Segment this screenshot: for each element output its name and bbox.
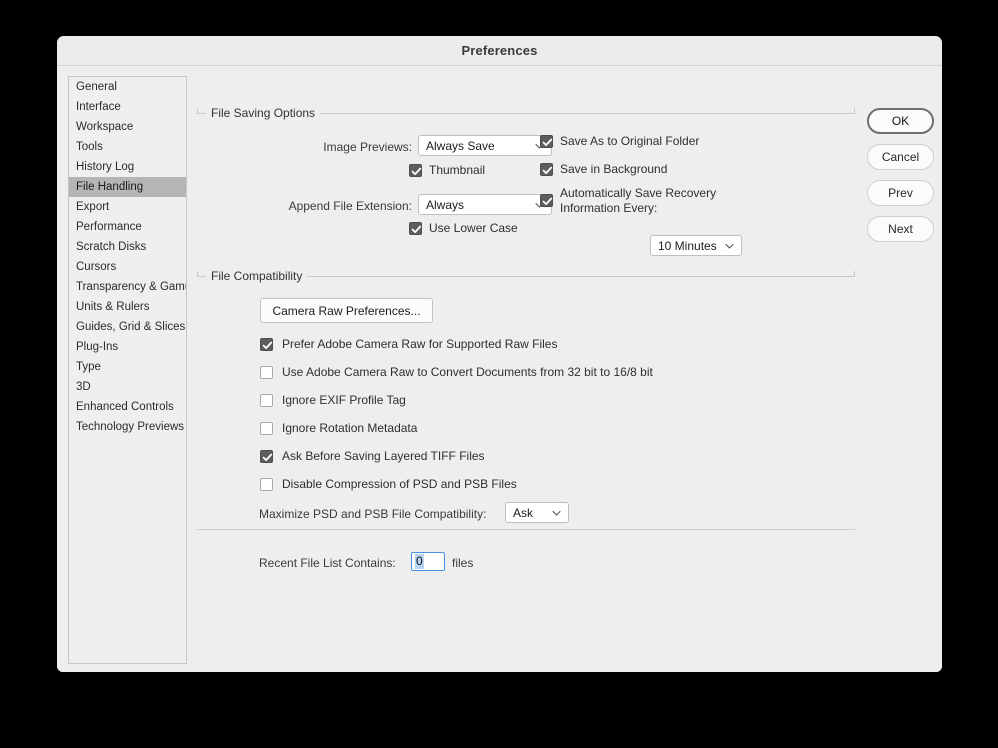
prefer-adobe-camera-raw-checkbox[interactable]	[260, 338, 273, 351]
recent-file-list-input[interactable]: 0	[411, 552, 445, 571]
thumbnail-label: Thumbnail	[429, 163, 486, 177]
sidebar-item-interface[interactable]: Interface	[69, 97, 186, 117]
use-camera-raw-convert-checkbox[interactable]	[260, 366, 273, 379]
save-as-original-folder-checkbox[interactable]	[540, 135, 553, 148]
chevron-down-icon	[725, 241, 734, 250]
sidebar-item-scratch-disks[interactable]: Scratch Disks	[69, 237, 186, 257]
recent-file-list-suffix: files	[452, 556, 474, 570]
group-border-stub-left	[197, 108, 198, 114]
section-divider	[197, 529, 855, 530]
sidebar-item-tools[interactable]: Tools	[69, 137, 186, 157]
next-button[interactable]: Next	[867, 216, 934, 242]
save-in-background-label: Save in Background	[560, 162, 668, 176]
group-legend-file-saving-options: File Saving Options	[206, 106, 321, 120]
maximize-compatibility-label: Maximize PSD and PSB File Compatibility:	[259, 507, 487, 521]
sidebar-item-cursors[interactable]: Cursors	[69, 257, 186, 277]
sidebar-item-3d[interactable]: 3D	[69, 377, 186, 397]
prev-button[interactable]: Prev	[867, 180, 934, 206]
sidebar-item-technology-previews[interactable]: Technology Previews	[69, 417, 186, 437]
sidebar-item-transparency-gamut[interactable]: Transparency & Gamut	[69, 277, 186, 297]
image-previews-value: Always Save	[426, 138, 495, 153]
chevron-down-icon	[552, 508, 561, 517]
dialog-body: General Interface Workspace Tools Histor…	[57, 67, 942, 672]
sidebar-item-workspace[interactable]: Workspace	[69, 117, 186, 137]
sidebar-item-export[interactable]: Export	[69, 197, 186, 217]
auto-save-interval-select[interactable]: 10 Minutes	[650, 235, 742, 256]
auto-save-recovery-checkbox[interactable]	[540, 194, 553, 207]
sidebar-item-file-handling[interactable]: File Handling	[69, 177, 186, 197]
maximize-compatibility-value: Ask	[513, 505, 534, 520]
group-border-stub-left	[197, 271, 198, 277]
ignore-exif-profile-tag-checkbox[interactable]	[260, 394, 273, 407]
sidebar-item-enhanced-controls[interactable]: Enhanced Controls	[69, 397, 186, 417]
dialog-title: Preferences	[461, 43, 538, 58]
dialog-titlebar: Preferences	[57, 36, 942, 66]
screen: Preferences General Interface Workspace …	[0, 0, 998, 748]
dialog-button-column: OK Cancel Prev Next	[865, 67, 942, 672]
sidebar-item-history-log[interactable]: History Log	[69, 157, 186, 177]
ignore-exif-profile-tag-label: Ignore EXIF Profile Tag	[282, 393, 406, 407]
auto-save-interval-value: 10 Minutes	[658, 238, 717, 253]
ask-before-saving-layered-tiff-label: Ask Before Saving Layered TIFF Files	[282, 449, 485, 463]
append-file-extension-value: Always	[426, 197, 465, 212]
recent-file-list-label: Recent File List Contains:	[259, 556, 396, 570]
save-as-original-folder-label: Save As to Original Folder	[560, 134, 700, 148]
preferences-category-list[interactable]: General Interface Workspace Tools Histor…	[68, 76, 187, 664]
disable-compression-psd-psb-checkbox[interactable]	[260, 478, 273, 491]
sidebar-item-plug-ins[interactable]: Plug-Ins	[69, 337, 186, 357]
ask-before-saving-layered-tiff-checkbox[interactable]	[260, 450, 273, 463]
group-border-stub-right	[854, 271, 855, 277]
append-file-extension-label: Append File Extension:	[288, 199, 412, 213]
sidebar-item-performance[interactable]: Performance	[69, 217, 186, 237]
recent-file-list-value: 0	[415, 554, 424, 569]
ok-button[interactable]: OK	[867, 108, 934, 134]
camera-raw-preferences-button[interactable]: Camera Raw Preferences...	[260, 298, 433, 323]
sidebar-item-guides-grid-slices[interactable]: Guides, Grid & Slices	[69, 317, 186, 337]
image-previews-select[interactable]: Always Save	[418, 135, 552, 156]
sidebar-item-type[interactable]: Type	[69, 357, 186, 377]
sidebar-item-general[interactable]: General	[69, 77, 186, 97]
use-camera-raw-convert-label: Use Adobe Camera Raw to Convert Document…	[282, 365, 653, 379]
thumbnail-checkbox[interactable]	[409, 164, 422, 177]
group-border-stub-right	[854, 108, 855, 114]
append-file-extension-select[interactable]: Always	[418, 194, 552, 215]
group-legend-file-compatibility: File Compatibility	[206, 269, 308, 283]
image-previews-label: Image Previews:	[323, 140, 412, 154]
auto-save-recovery-label: Automatically Save Recovery Information …	[560, 186, 717, 215]
disable-compression-psd-psb-label: Disable Compression of PSD and PSB Files	[282, 477, 517, 491]
preferences-dialog: Preferences General Interface Workspace …	[57, 36, 942, 672]
ignore-rotation-metadata-checkbox[interactable]	[260, 422, 273, 435]
cancel-button[interactable]: Cancel	[867, 144, 934, 170]
use-lower-case-label: Use Lower Case	[429, 221, 518, 235]
save-in-background-checkbox[interactable]	[540, 163, 553, 176]
use-lower-case-checkbox[interactable]	[409, 222, 422, 235]
preferences-panel-file-handling: File Saving Options Image Previews: Alwa…	[197, 67, 857, 672]
ignore-rotation-metadata-label: Ignore Rotation Metadata	[282, 421, 418, 435]
maximize-compatibility-select[interactable]: Ask	[505, 502, 569, 523]
sidebar-item-units-rulers[interactable]: Units & Rulers	[69, 297, 186, 317]
prefer-adobe-camera-raw-label: Prefer Adobe Camera Raw for Supported Ra…	[282, 337, 558, 351]
